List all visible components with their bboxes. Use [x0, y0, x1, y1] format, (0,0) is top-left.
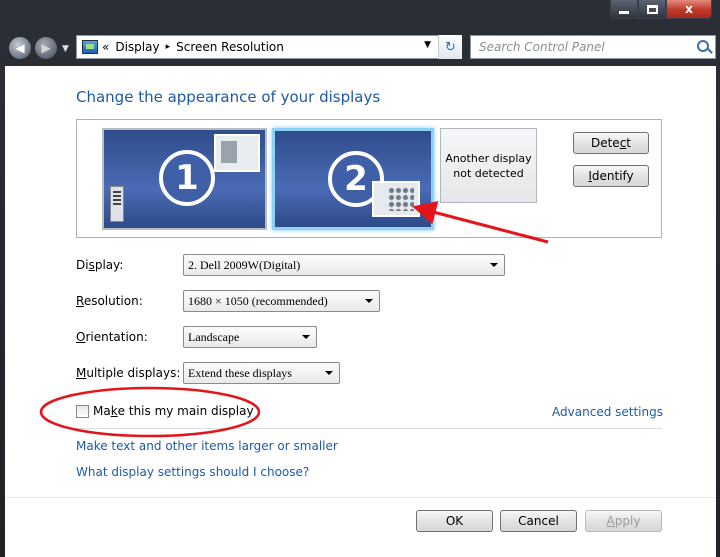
- monitor-2[interactable]: 2: [272, 128, 434, 230]
- navigation-bar: ◀ ▶ ▼ « Display ▸ Screen Resolution ▼ ↻ …: [0, 30, 720, 64]
- monitor-number-1: 1: [159, 150, 215, 206]
- page-title: Change the appearance of your displays: [76, 88, 381, 106]
- close-button[interactable]: x: [666, 0, 712, 19]
- breadcrumb-display[interactable]: Display: [115, 40, 159, 54]
- orientation-select[interactable]: Landscape: [183, 326, 317, 348]
- content-panel: Change the appearance of your displays 1…: [5, 66, 716, 557]
- resolution-label: Resolution:: [76, 294, 143, 308]
- window-frame: x ◀ ▶ ▼ « Display ▸ Screen Resolution ▼ …: [0, 0, 720, 557]
- breadcrumb-prefix[interactable]: «: [102, 40, 109, 54]
- main-display-label-b: e this my main display: [117, 404, 254, 418]
- chevron-down-icon: [365, 299, 373, 303]
- detect-label-accel: c: [619, 136, 627, 150]
- display-help-link[interactable]: What display settings should I choose?: [76, 465, 309, 479]
- identify-button[interactable]: Identify: [573, 165, 649, 187]
- multiple-displays-select[interactable]: Extend these displays: [183, 362, 340, 384]
- resolution-label-accel: R: [76, 294, 84, 308]
- ok-button[interactable]: OK: [416, 510, 493, 532]
- detect-label-a: Dete: [590, 136, 620, 150]
- search-placeholder: Search Control Panel: [479, 40, 605, 54]
- breadcrumb-separator[interactable]: ▸: [166, 42, 171, 52]
- chevron-down-icon: [490, 263, 498, 267]
- address-dropdown-icon[interactable]: ▼: [424, 40, 431, 50]
- monitor-arrangement: 1 2 Another display not detected Dete c t …: [76, 119, 662, 238]
- detect-label-b: t: [626, 136, 632, 150]
- multiple-displays-select-value: Extend these displays: [188, 365, 292, 380]
- orientation-label: Orientation:: [76, 330, 148, 344]
- display-label: Display:: [76, 258, 123, 272]
- multiple-displays-label: Multiple displays:: [76, 366, 180, 380]
- resolution-select-value: 1680 × 1050 (recommended): [188, 293, 328, 308]
- text-size-link[interactable]: Make text and other items larger or smal…: [76, 439, 338, 453]
- minimize-button[interactable]: [610, 0, 638, 19]
- control-panel-icon: [82, 40, 98, 54]
- resolution-select[interactable]: 1680 × 1050 (recommended): [183, 290, 380, 312]
- back-button[interactable]: ◀: [8, 36, 32, 60]
- main-display-label-accel: k: [110, 404, 118, 418]
- main-display-checkbox-row[interactable]: Ma k e this my main display: [76, 404, 254, 418]
- chevron-down-icon: [302, 335, 310, 339]
- maximize-icon: [646, 4, 658, 14]
- back-arrow-icon: ◀: [15, 41, 25, 55]
- apply-label-accel: A: [606, 514, 615, 528]
- address-bar[interactable]: « Display ▸ Screen Resolution ▼: [76, 35, 462, 59]
- multiple-label-b: ultiple displays:: [86, 366, 181, 380]
- monitor-1[interactable]: 1: [102, 128, 267, 230]
- window-thumbnail-icon: [214, 134, 260, 172]
- display-select[interactable]: 2. Dell 2009W(Digital): [183, 254, 505, 276]
- forward-arrow-icon: ▶: [41, 41, 51, 55]
- apply-button[interactable]: Apply: [585, 510, 662, 532]
- detect-button[interactable]: Dete c t: [573, 132, 649, 154]
- forward-button[interactable]: ▶: [34, 36, 58, 60]
- footer-divider: [5, 497, 716, 498]
- computer-tower-icon: [110, 186, 124, 222]
- recent-pages-dropdown[interactable]: ▼: [62, 44, 69, 54]
- multiple-label-accel: M: [76, 366, 87, 380]
- main-display-checkbox[interactable]: [76, 404, 89, 418]
- minimize-icon: [619, 10, 629, 14]
- resolution-label-b: esolution:: [83, 294, 143, 308]
- search-input[interactable]: Search Control Panel: [470, 35, 716, 59]
- orientation-label-b: rientation:: [85, 330, 148, 344]
- display-label-a: Di: [76, 258, 89, 272]
- orientation-select-value: Landscape: [188, 329, 240, 344]
- display-settings-icon: [372, 181, 420, 217]
- display-label-b: play:: [94, 258, 124, 272]
- refresh-icon: ↻: [445, 39, 456, 55]
- chevron-down-icon: [325, 371, 333, 375]
- breadcrumb-screen-resolution[interactable]: Screen Resolution: [176, 40, 284, 54]
- apply-label-b: pply: [614, 514, 641, 528]
- refresh-button[interactable]: ↻: [438, 35, 462, 59]
- divider: [76, 428, 662, 429]
- caption-buttons: x: [610, 0, 712, 20]
- another-display-placeholder: Another display not detected: [440, 128, 537, 203]
- advanced-settings-link[interactable]: Advanced settings: [552, 405, 663, 419]
- display-select-value: 2. Dell 2009W(Digital): [188, 257, 301, 272]
- maximize-button[interactable]: [638, 0, 666, 19]
- identify-label-b: dentify: [591, 169, 634, 183]
- main-display-label-a: Ma: [93, 404, 111, 418]
- search-icon[interactable]: [697, 40, 709, 52]
- close-icon: x: [685, 2, 693, 16]
- cancel-button[interactable]: Cancel: [500, 510, 577, 532]
